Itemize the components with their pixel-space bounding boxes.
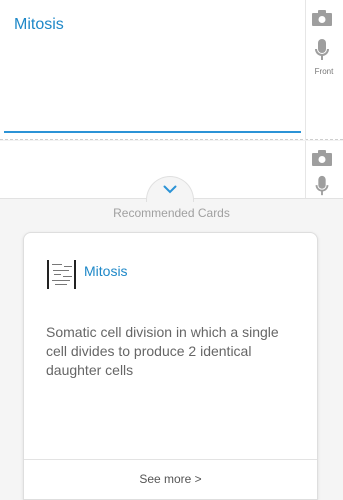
front-camera-icon[interactable] — [310, 6, 334, 30]
front-microphone-icon[interactable] — [310, 38, 334, 62]
chevron-down-icon — [163, 181, 177, 199]
card-definition: Somatic cell division in which a single … — [46, 324, 279, 378]
card-thumbnail — [47, 260, 76, 289]
back-microphone-icon[interactable] — [310, 174, 334, 198]
front-input-underline — [4, 131, 301, 133]
see-more-button[interactable]: See more > — [24, 472, 317, 486]
back-camera-icon[interactable] — [310, 146, 334, 170]
recommended-title: Recommended Cards — [113, 206, 230, 220]
card-title: Mitosis — [84, 263, 128, 279]
front-side-label: Front — [314, 67, 334, 76]
card-footer-divider — [24, 459, 317, 460]
back-side-divider — [305, 141, 306, 198]
front-editor[interactable]: Mitosis Front — [0, 0, 343, 140]
recommended-card[interactable]: Mitosis Somatic cell division in which a… — [23, 232, 318, 500]
front-text-input[interactable]: Mitosis — [14, 16, 64, 34]
